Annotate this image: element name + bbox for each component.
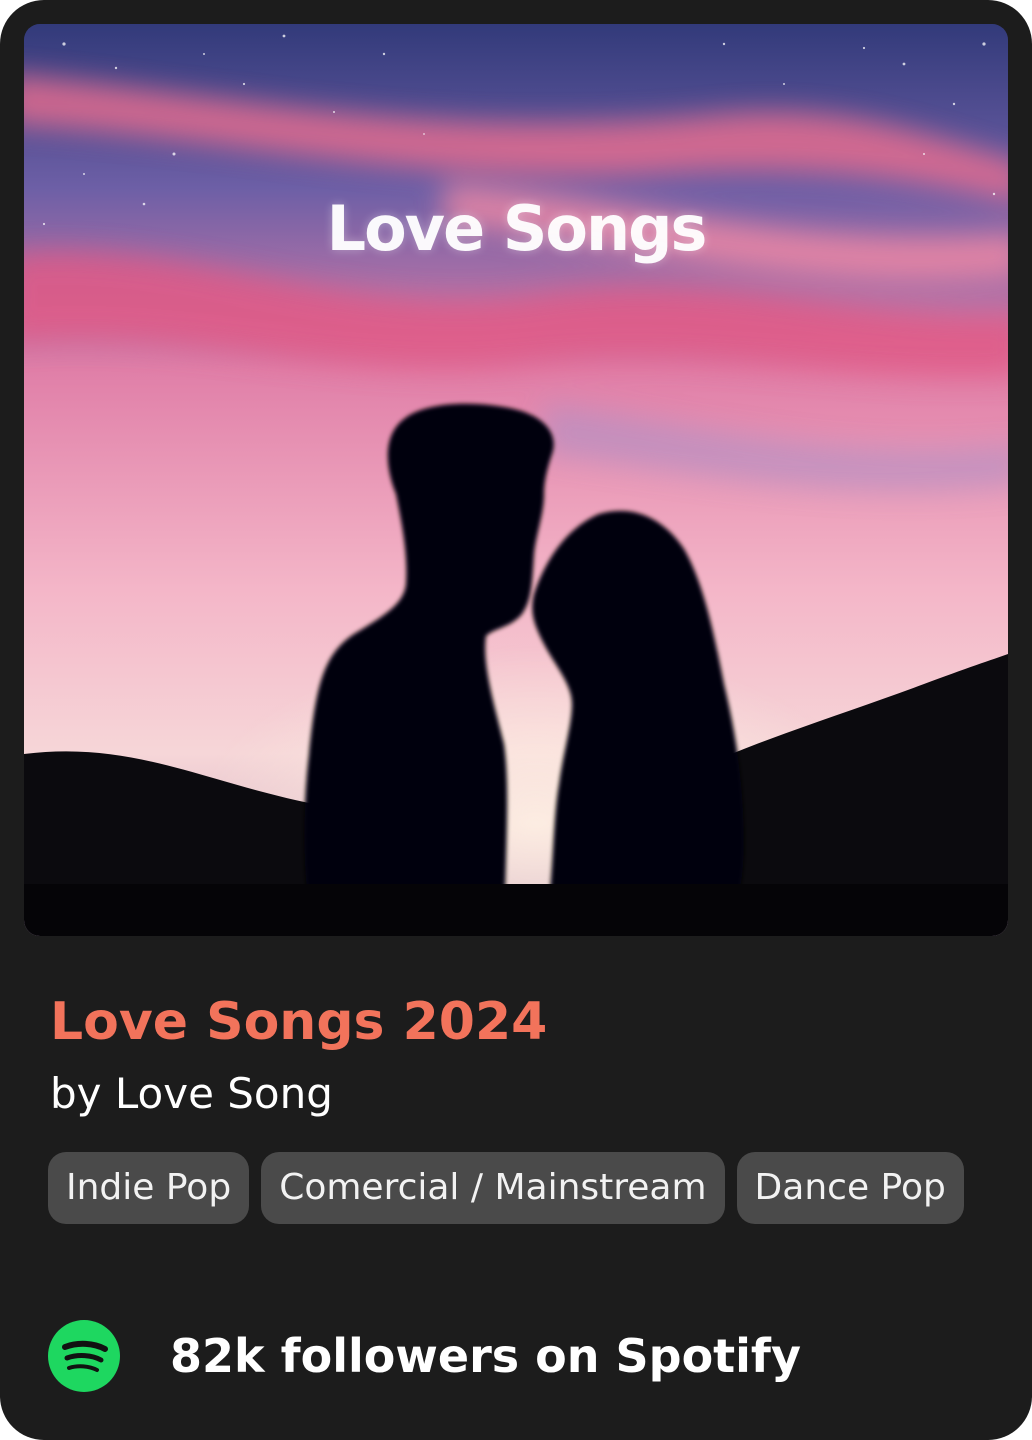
spotify-icon[interactable] xyxy=(48,1320,120,1392)
genre-tags: Indie Pop Comercial / Mainstream Dance P… xyxy=(48,1152,964,1224)
cover-artwork xyxy=(24,24,1008,936)
genre-tag-indie-pop[interactable]: Indie Pop xyxy=(48,1152,250,1224)
cover-title: Love Songs xyxy=(326,192,708,265)
playlist-title[interactable]: Love Songs 2024 xyxy=(50,990,547,1054)
followers-row: 82k followers on Spotify xyxy=(48,1320,801,1392)
genre-tag-comercial-mainstream[interactable]: Comercial / Mainstream xyxy=(261,1152,725,1224)
playlist-author[interactable]: by Love Song xyxy=(50,1066,333,1122)
followers-count: 82k followers on Spotify xyxy=(170,1329,801,1383)
playlist-cover-image[interactable]: Love Songs xyxy=(24,24,1008,936)
genre-tag-dance-pop[interactable]: Dance Pop xyxy=(736,1152,964,1224)
playlist-card[interactable]: Love Songs Love Songs 2024 by Love Song … xyxy=(0,0,1032,1440)
